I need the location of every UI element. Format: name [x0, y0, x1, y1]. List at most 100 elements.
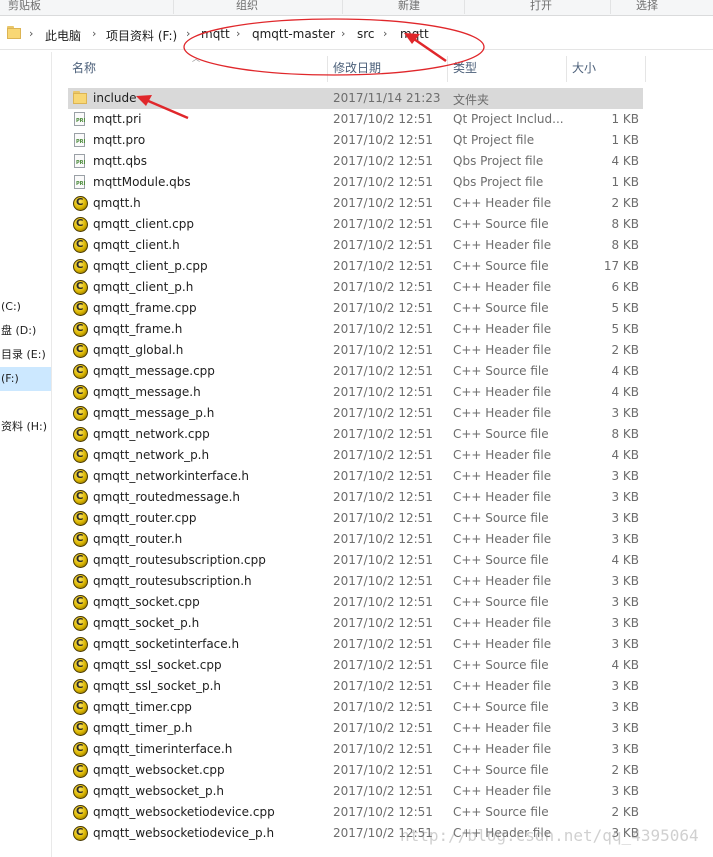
- file-row[interactable]: Cqmqtt_timerinterface.h 2017/10/2 12:51 C+…: [68, 739, 643, 760]
- file-row[interactable]: Cqmqtt_frame.h 2017/10/2 12:51 C++ Header …: [68, 319, 643, 340]
- navigation-pane[interactable]: (C:) 盘 (D:) 目录 (E:) (F:) 资料 (H:): [0, 52, 52, 857]
- file-row[interactable]: Cqmqtt_websocketiodevice.cpp 2017/10/2 12…: [68, 802, 643, 823]
- file-type: C++ Header file: [453, 196, 552, 210]
- file-row[interactable]: Cqmqtt_message.h 2017/10/2 12:51 C++ Heade…: [68, 382, 643, 403]
- nav-item-drive-d[interactable]: 盘 (D:): [0, 319, 51, 343]
- file-row[interactable]: Cqmqtt_websocket.cpp 2017/10/2 12:51 C++ S…: [68, 760, 643, 781]
- file-size: 6 KB: [611, 280, 639, 294]
- file-row[interactable]: Cqmqtt_client_p.h 2017/10/2 12:51 C++ Head…: [68, 277, 643, 298]
- file-name: mqtt.qbs: [93, 154, 148, 168]
- file-row[interactable]: Cqmqtt_client_p.cpp 2017/10/2 12:51 C++ So…: [68, 256, 643, 277]
- file-row[interactable]: Cqmqtt_client.h 2017/10/2 12:51 C++ Header…: [68, 235, 643, 256]
- file-row[interactable]: PRI mqtt.pri 2017/10/2 12:51 Qt Project Inc…: [68, 109, 643, 130]
- file-row[interactable]: Cqmqtt_network.cpp 2017/10/2 12:51 C++ Sou…: [68, 424, 643, 445]
- column-header-size[interactable]: 大小: [572, 56, 596, 80]
- file-size: 8 KB: [611, 427, 639, 441]
- file-row[interactable]: Cqmqtt_routesubscription.cpp 2017/10/2 12…: [68, 550, 643, 571]
- column-divider[interactable]: [447, 56, 448, 82]
- file-row[interactable]: Cqmqtt_ssl_socket.cpp 2017/10/2 12:51 C++ …: [68, 655, 643, 676]
- breadcrumb-mqtt[interactable]: mqtt: [201, 27, 230, 41]
- file-name: qmqtt_networkinterface.h: [93, 469, 250, 483]
- qt-project-file-icon: PRI: [73, 112, 87, 127]
- file-date: 2017/10/2 12:51: [333, 175, 433, 189]
- file-row[interactable]: Cqmqtt_global.h 2017/10/2 12:51 C++ Header…: [68, 340, 643, 361]
- nav-item-drive-h[interactable]: 资料 (H:): [0, 415, 51, 439]
- file-type: C++ Source file: [453, 553, 549, 567]
- address-bar[interactable]: › 此电脑 › 项目资料 (F:) › mqtt › qmqtt-master …: [0, 18, 713, 50]
- file-row[interactable]: Cqmqtt_frame.cpp 2017/10/2 12:51 C++ Sourc…: [68, 298, 643, 319]
- nav-item-drive-e[interactable]: 目录 (E:): [0, 343, 51, 367]
- file-row[interactable]: Cqmqtt_message.cpp 2017/10/2 12:51 C++ Sou…: [68, 361, 643, 382]
- file-row[interactable]: Cqmqtt_client.cpp 2017/10/2 12:51 C++ Sour…: [68, 214, 643, 235]
- breadcrumb-chevron-icon[interactable]: ›: [341, 27, 345, 40]
- file-size: 3 KB: [611, 574, 639, 588]
- cpp-file-icon: C: [73, 553, 88, 568]
- breadcrumb-chevron-icon[interactable]: ›: [236, 27, 240, 40]
- file-type: C++ Source file: [453, 364, 549, 378]
- file-size: 1 KB: [611, 133, 639, 147]
- cpp-file-icon: C: [73, 511, 88, 526]
- file-row[interactable]: include 2017/11/14 21:23 文件夹: [68, 88, 643, 109]
- file-row[interactable]: Cqmqtt_message_p.h 2017/10/2 12:51 C++ Hea…: [68, 403, 643, 424]
- breadcrumb-chevron-icon[interactable]: ›: [29, 27, 33, 40]
- file-type: C++ Header file: [453, 238, 552, 252]
- file-type: Qbs Project file: [453, 175, 544, 189]
- file-type: Qbs Project file: [453, 154, 544, 168]
- file-list[interactable]: include 2017/11/14 21:23 文件夹 PRI mqtt.pri 201…: [68, 88, 643, 844]
- folder-icon: [73, 91, 87, 106]
- file-row[interactable]: PRI mqttModule.qbs 2017/10/2 12:51 Qbs Proj…: [68, 172, 643, 193]
- file-row[interactable]: Cqmqtt_timer_p.h 2017/10/2 12:51 C++ Heade…: [68, 718, 643, 739]
- cpp-file-icon: C: [73, 469, 88, 484]
- file-name: qmqtt_network.cpp: [93, 427, 210, 441]
- file-name: qmqtt_message.h: [93, 385, 201, 399]
- breadcrumb-chevron-icon[interactable]: ›: [383, 27, 387, 40]
- file-row[interactable]: Cqmqtt_router.h 2017/10/2 12:51 C++ Header…: [68, 529, 643, 550]
- file-type: C++ Source file: [453, 217, 549, 231]
- breadcrumb-chevron-icon[interactable]: ›: [186, 27, 190, 40]
- column-divider[interactable]: [327, 56, 328, 82]
- file-row[interactable]: Cqmqtt_socket_p.h 2017/10/2 12:51 C++ Head…: [68, 613, 643, 634]
- breadcrumb-drive-f[interactable]: 项目资料 (F:): [106, 27, 177, 44]
- file-type: C++ Header file: [453, 280, 552, 294]
- ribbon-separator: [464, 0, 465, 14]
- file-row[interactable]: Cqmqtt_routedmessage.h 2017/10/2 12:51 C++…: [68, 487, 643, 508]
- column-header-date[interactable]: 修改日期: [333, 56, 381, 80]
- file-row[interactable]: PRI mqtt.pro 2017/10/2 12:51 Qt Project fil…: [68, 130, 643, 151]
- nav-item-drive-c[interactable]: (C:): [0, 295, 51, 319]
- file-size: 3 KB: [611, 679, 639, 693]
- nav-item-drive-f[interactable]: (F:): [0, 367, 51, 391]
- column-divider[interactable]: [645, 56, 646, 82]
- file-date: 2017/10/2 12:51: [333, 721, 433, 735]
- file-row[interactable]: Cqmqtt_ssl_socket_p.h 2017/10/2 12:51 C++ …: [68, 676, 643, 697]
- breadcrumb-qmqtt-master[interactable]: qmqtt-master: [252, 27, 335, 41]
- file-size: 2 KB: [611, 763, 639, 777]
- cpp-file-icon: C: [73, 259, 88, 274]
- file-row[interactable]: Cqmqtt_network_p.h 2017/10/2 12:51 C++ Hea…: [68, 445, 643, 466]
- file-date: 2017/10/2 12:51: [333, 364, 433, 378]
- cpp-file-icon: C: [73, 532, 88, 547]
- file-date: 2017/10/2 12:51: [333, 742, 433, 756]
- file-row[interactable]: Cqmqtt_socket.cpp 2017/10/2 12:51 C++ Sour…: [68, 592, 643, 613]
- file-row[interactable]: Cqmqtt_timer.cpp 2017/10/2 12:51 C++ Sourc…: [68, 697, 643, 718]
- file-type: C++ Source file: [453, 805, 549, 819]
- file-row[interactable]: Cqmqtt_routesubscription.h 2017/10/2 12:5…: [68, 571, 643, 592]
- file-type: C++ Header file: [453, 490, 552, 504]
- breadcrumb-current-mqtt[interactable]: mqtt: [400, 27, 429, 41]
- column-header-type[interactable]: 类型: [453, 56, 477, 80]
- file-row[interactable]: Cqmqtt_networkinterface.h 2017/10/2 12:51…: [68, 466, 643, 487]
- file-row[interactable]: Cqmqtt.h 2017/10/2 12:51 C++ Header file 2 …: [68, 193, 643, 214]
- cpp-file-icon: C: [73, 721, 88, 736]
- breadcrumb-chevron-icon[interactable]: ›: [92, 27, 96, 40]
- file-size: 4 KB: [611, 364, 639, 378]
- file-row[interactable]: Cqmqtt_socketinterface.h 2017/10/2 12:51 C…: [68, 634, 643, 655]
- column-divider[interactable]: [566, 56, 567, 82]
- file-name: qmqtt_frame.h: [93, 322, 183, 336]
- file-row[interactable]: PRI mqtt.qbs 2017/10/2 12:51 Qbs Project fi…: [68, 151, 643, 172]
- file-row[interactable]: Cqmqtt_router.cpp 2017/10/2 12:51 C++ Sour…: [68, 508, 643, 529]
- breadcrumb-src[interactable]: src: [357, 27, 375, 41]
- file-row[interactable]: Cqmqtt_websocket_p.h 2017/10/2 12:51 C++ H…: [68, 781, 643, 802]
- cpp-file-icon: C: [73, 700, 88, 715]
- cpp-file-icon: C: [73, 784, 88, 799]
- breadcrumb-this-pc[interactable]: 此电脑: [45, 27, 81, 44]
- column-header-name[interactable]: 名称: [72, 56, 96, 80]
